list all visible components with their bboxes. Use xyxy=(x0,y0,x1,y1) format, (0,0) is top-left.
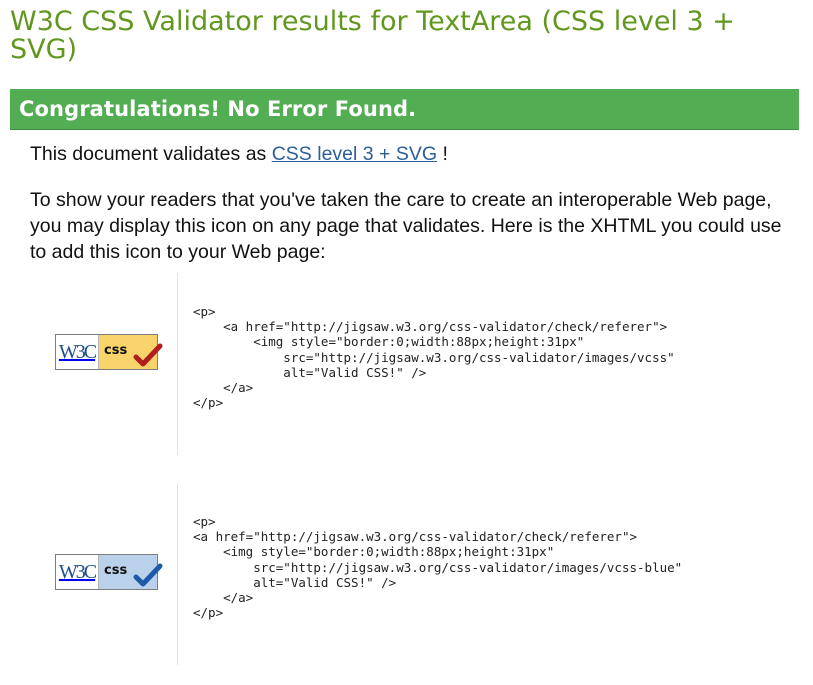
css-profile-link[interactable]: CSS level 3 + SVG xyxy=(272,143,437,165)
css-badge-panel: css xyxy=(99,555,163,589)
css-badge-label: css xyxy=(104,563,128,578)
css-badge-panel: css xyxy=(99,335,163,369)
checkmark-icon xyxy=(133,563,163,587)
valid-css-badge-blue[interactable]: W3C css xyxy=(55,554,163,590)
badge-instructions: To show your readers that you've taken t… xyxy=(30,189,782,263)
css-badge-label: css xyxy=(104,343,128,358)
valid-css-badge-gold[interactable]: W3C css xyxy=(55,334,163,370)
badge-code-snippet: <p> <a href="http://jigsaw.w3.org/css-va… xyxy=(193,304,675,411)
badge-example-gold: W3C css <p> <a href="http://jigsaw.w3.or… xyxy=(30,273,800,455)
validation-statement: This document validates as CSS level 3 +… xyxy=(30,142,448,166)
w3c-logo: W3C xyxy=(56,555,99,589)
checkmark-icon xyxy=(133,343,163,367)
page-title: W3C CSS Validator results for TextArea (… xyxy=(10,6,735,65)
validation-suffix: ! xyxy=(442,143,448,165)
badge-example-blue: W3C css <p> <a href="http://jigsaw.w3.or… xyxy=(30,483,800,665)
success-banner: Congratulations! No Error Found. xyxy=(10,89,799,130)
badge-cell: W3C css xyxy=(30,273,178,455)
w3c-logo: W3C xyxy=(56,335,99,369)
validation-prefix: This document validates as xyxy=(30,143,267,165)
badge-code-snippet: <p> <a href="http://jigsaw.w3.org/css-va… xyxy=(193,514,683,621)
success-message: Congratulations! No Error Found. xyxy=(19,97,417,121)
badge-cell: W3C css xyxy=(30,483,178,665)
